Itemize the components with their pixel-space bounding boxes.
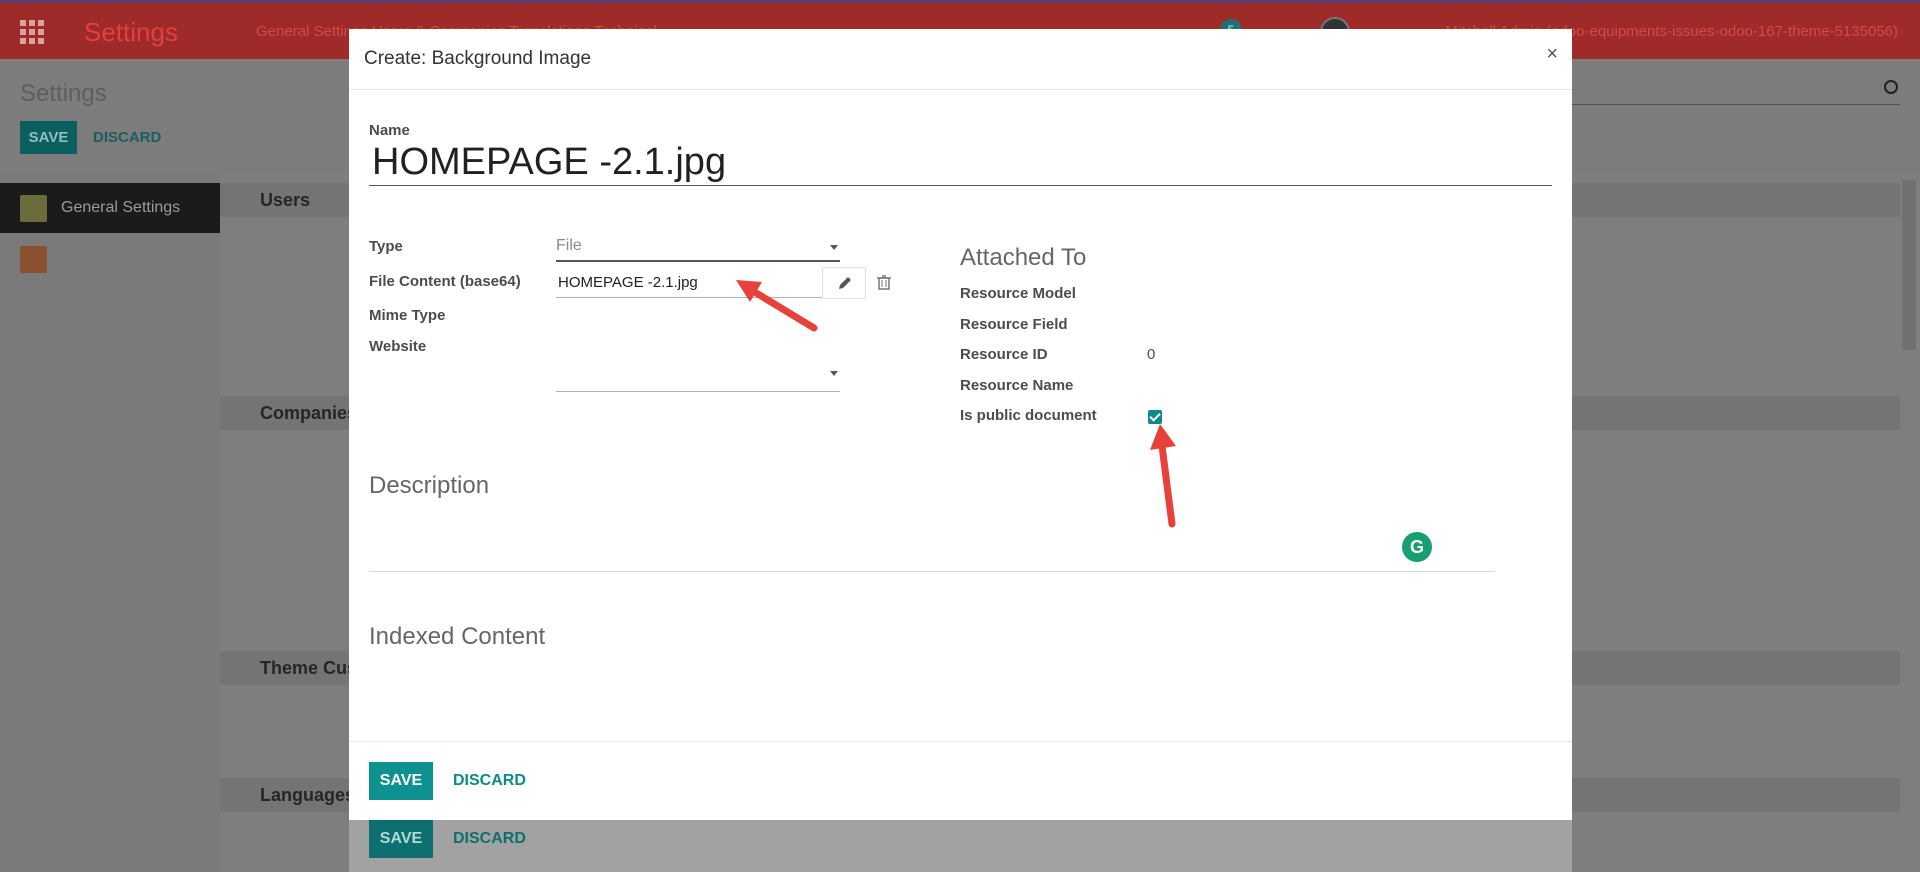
sidebar-item-label: General Settings xyxy=(61,199,181,216)
name-label: Name xyxy=(369,122,410,139)
indexed-content-title: Indexed Content xyxy=(369,623,546,650)
close-icon[interactable]: × xyxy=(1546,43,1558,66)
bottom-save-button[interactable]: SAVE xyxy=(369,820,433,858)
file-content-label: File Content (base64) xyxy=(369,273,521,290)
page-title: Settings xyxy=(20,80,107,107)
attached-to-title: Attached To xyxy=(960,244,1087,271)
grammarly-icon[interactable]: G xyxy=(1402,532,1432,562)
trash-icon xyxy=(877,275,891,290)
resource-field-label: Resource Field xyxy=(960,316,1068,333)
name-input[interactable]: HOMEPAGE -2.1.jpg xyxy=(369,142,1552,186)
website-label: Website xyxy=(369,338,427,355)
chevron-down-icon xyxy=(830,245,838,250)
annotation-arrow-icon xyxy=(1150,424,1176,528)
gear-icon xyxy=(20,195,47,222)
apps-menu-icon[interactable] xyxy=(20,20,44,44)
chevron-down-icon xyxy=(830,371,838,376)
website-app-icon[interactable] xyxy=(20,246,47,273)
save-button[interactable]: SAVE xyxy=(369,762,433,800)
settings-sidebar xyxy=(0,174,220,872)
description-field[interactable] xyxy=(369,571,1495,572)
file-content-value[interactable]: HOMEPAGE -2.1.jpg xyxy=(558,274,698,291)
app-title: Settings xyxy=(84,17,178,47)
resource-model-label: Resource Model xyxy=(960,285,1076,302)
backdrop-footer: SAVE DISCARD xyxy=(349,820,1572,872)
website-select[interactable] xyxy=(556,360,840,392)
dialog-footer: SAVE DISCARD xyxy=(349,741,1572,820)
bottom-discard-button[interactable]: DISCARD xyxy=(453,830,526,848)
create-attachment-dialog: Create: Background Image × Name HOMEPAGE… xyxy=(349,29,1572,820)
settings-discard-button[interactable]: DISCARD xyxy=(93,129,161,146)
type-value: File xyxy=(556,237,582,254)
dialog-header: Create: Background Image × xyxy=(349,29,1572,90)
resource-id-value[interactable]: 0 xyxy=(1147,346,1155,363)
annotation-arrow-icon xyxy=(736,280,818,332)
resource-id-label: Resource ID xyxy=(960,346,1048,363)
mime-type-label: Mime Type xyxy=(369,307,446,324)
type-select[interactable]: File xyxy=(556,234,840,262)
scrollbar[interactable] xyxy=(1902,180,1916,350)
resource-name-label: Resource Name xyxy=(960,377,1074,394)
search-icon[interactable] xyxy=(1884,80,1898,94)
is-public-label: Is public document xyxy=(960,407,1097,424)
discard-button[interactable]: DISCARD xyxy=(453,772,526,790)
dialog-title: Create: Background Image xyxy=(364,48,592,69)
description-title: Description xyxy=(369,472,490,499)
delete-file-button[interactable] xyxy=(871,270,897,296)
type-label: Type xyxy=(369,238,403,255)
settings-search-input[interactable] xyxy=(1570,104,1900,105)
settings-save-button[interactable]: SAVE xyxy=(20,121,77,154)
